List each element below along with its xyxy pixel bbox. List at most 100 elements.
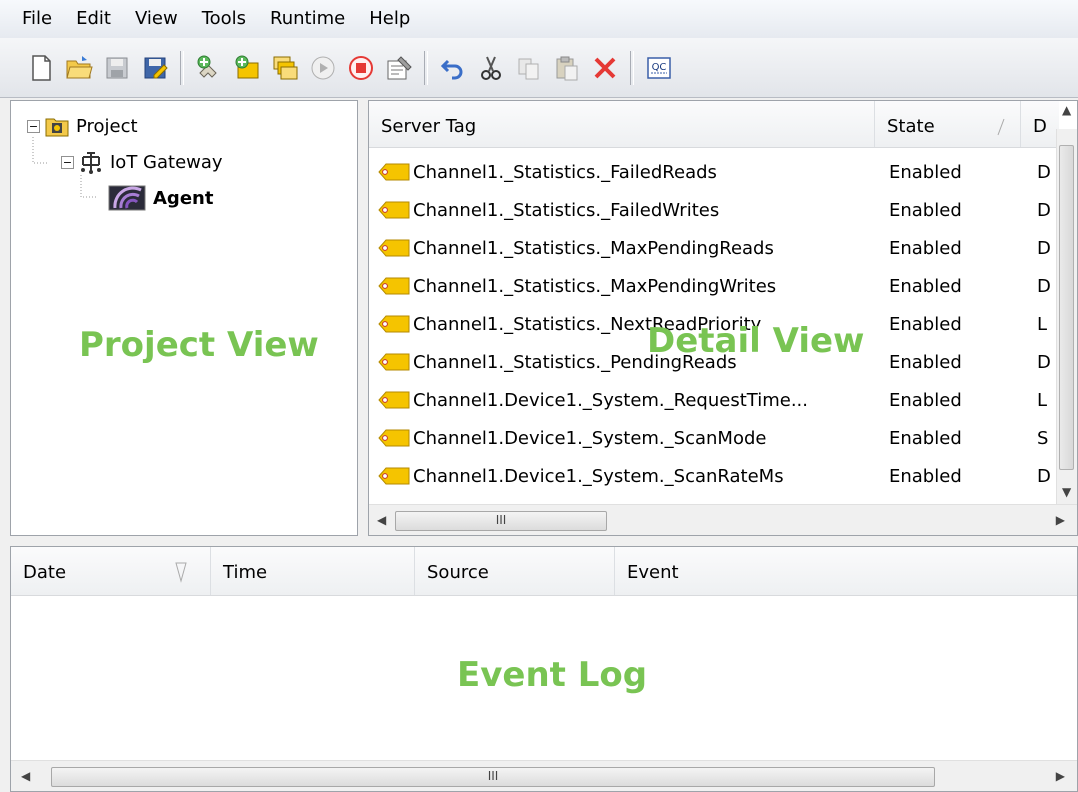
table-row[interactable]: Channel1._Statistics._MaxPendingWrites En… bbox=[369, 267, 1051, 305]
table-row[interactable]: Channel1.Device1._System._ScanRateMs Enab… bbox=[369, 457, 1051, 495]
scroll-down-arrow-icon[interactable]: ▼ bbox=[1062, 485, 1071, 499]
tree-item-project[interactable]: − Project bbox=[27, 111, 138, 141]
tree-item-agent[interactable]: Agent bbox=[107, 183, 213, 213]
project-folder-icon bbox=[45, 118, 69, 137]
table-row[interactable]: Channel1.Device1._System._ScanMode Enable… bbox=[369, 419, 1048, 457]
properties-icon[interactable] bbox=[380, 49, 418, 87]
detail-vertical-scroll-thumb[interactable] bbox=[1059, 145, 1074, 470]
description-cell: L bbox=[1037, 313, 1048, 335]
menu-runtime[interactable]: Runtime bbox=[258, 0, 357, 38]
save-icon[interactable] bbox=[98, 49, 136, 87]
agent-icon bbox=[108, 185, 146, 211]
new-file-icon[interactable] bbox=[22, 49, 60, 87]
collapse-toggle[interactable]: − bbox=[27, 119, 40, 133]
add-device-icon[interactable] bbox=[228, 49, 266, 87]
server-tag-cell: Channel1._Statistics._FailedReads bbox=[413, 161, 717, 183]
paste-icon[interactable] bbox=[548, 49, 586, 87]
start-icon[interactable] bbox=[304, 49, 342, 87]
tree-label-iot-gateway: IoT Gateway bbox=[110, 151, 223, 173]
table-row[interactable]: Channel1.Device1._System._RequestTime...… bbox=[369, 381, 1047, 419]
network-gateway-icon bbox=[81, 152, 101, 174]
column-source[interactable]: Source bbox=[415, 547, 615, 595]
description-cell: L bbox=[1037, 389, 1048, 411]
project-view-pane[interactable]: − Project − IoT Gateway Agent Project Vi… bbox=[10, 100, 358, 536]
scroll-up-arrow-icon[interactable]: ▲ bbox=[1062, 103, 1071, 117]
cut-icon[interactable] bbox=[472, 49, 510, 87]
copy-icon[interactable] bbox=[510, 49, 548, 87]
menu-tools[interactable]: Tools bbox=[190, 0, 258, 38]
menu-help[interactable]: Help bbox=[357, 0, 422, 38]
description-cell: S bbox=[1037, 427, 1049, 449]
table-row[interactable]: Channel1._Statistics._NextReadPriority En… bbox=[369, 305, 1047, 343]
detail-view-pane[interactable]: Server Tag State D Channel1._Statistics.… bbox=[368, 100, 1078, 536]
scroll-left-arrow-icon[interactable]: ◀ bbox=[377, 513, 386, 527]
menu-file[interactable]: File bbox=[10, 0, 64, 38]
column-time[interactable]: Time bbox=[211, 547, 415, 595]
description-cell: D bbox=[1037, 465, 1051, 487]
event-log-horizontal-scrollbar[interactable]: ◀ III ▶ bbox=[11, 760, 1077, 791]
state-cell: Enabled bbox=[889, 199, 962, 221]
table-row[interactable]: Channel1._Statistics._FailedReads Enabled… bbox=[369, 153, 1051, 191]
description-cell: D bbox=[1037, 199, 1051, 221]
description-cell: D bbox=[1037, 351, 1051, 373]
collapse-toggle[interactable]: − bbox=[61, 155, 74, 169]
state-cell: Enabled bbox=[889, 465, 962, 487]
save-as-icon[interactable] bbox=[136, 49, 174, 87]
tag-icon bbox=[378, 163, 410, 181]
toolbar: QC bbox=[0, 38, 1078, 98]
tag-icon bbox=[378, 353, 410, 371]
detail-vertical-scrollbar[interactable]: ▲ ▼ bbox=[1056, 103, 1077, 509]
stop-icon[interactable] bbox=[342, 49, 380, 87]
scroll-right-arrow-icon[interactable]: ▶ bbox=[1056, 769, 1065, 783]
state-cell: Enabled bbox=[889, 161, 962, 183]
sort-indicator-icon bbox=[997, 118, 1005, 136]
quick-client-icon[interactable]: QC bbox=[640, 49, 678, 87]
column-state[interactable]: State bbox=[875, 101, 1021, 147]
tag-icon bbox=[378, 429, 410, 447]
state-cell: Enabled bbox=[889, 389, 962, 411]
table-row[interactable]: Channel1._Statistics._PendingReads Enable… bbox=[369, 343, 1051, 381]
menu-view[interactable]: View bbox=[123, 0, 190, 38]
tag-icon bbox=[378, 467, 410, 485]
qc-label: QC bbox=[652, 62, 667, 73]
description-cell: D bbox=[1037, 161, 1051, 183]
table-row[interactable]: Channel1._Statistics._FailedWrites Enable… bbox=[369, 191, 1051, 229]
server-tag-cell: Channel1._Statistics._PendingReads bbox=[413, 351, 737, 373]
open-folder-icon[interactable] bbox=[60, 49, 98, 87]
tag-icon bbox=[378, 315, 410, 333]
column-date[interactable]: Date bbox=[11, 547, 211, 595]
menu-edit[interactable]: Edit bbox=[64, 0, 123, 38]
detail-horizontal-scroll-thumb[interactable]: III bbox=[395, 511, 607, 531]
detail-horizontal-scrollbar[interactable]: ◀ III ▶ bbox=[369, 504, 1077, 535]
state-cell: Enabled bbox=[889, 237, 962, 259]
toolbar-separator bbox=[630, 50, 634, 85]
column-state-label: State bbox=[887, 116, 935, 137]
table-row[interactable]: Channel1._Statistics._MaxPendingReads Ena… bbox=[369, 229, 1051, 267]
add-channel-icon[interactable] bbox=[190, 49, 228, 87]
event-log-pane[interactable]: Date Time Source Event Event Log ◀ III ▶ bbox=[10, 546, 1078, 792]
scroll-right-arrow-icon[interactable]: ▶ bbox=[1056, 513, 1065, 527]
delete-icon[interactable] bbox=[586, 49, 624, 87]
event-log-horizontal-scroll-thumb[interactable]: III bbox=[51, 767, 935, 787]
event-log-header: Date Time Source Event bbox=[11, 547, 1077, 596]
tag-icon bbox=[378, 391, 410, 409]
server-tag-cell: Channel1.Device1._System._ScanMode bbox=[413, 427, 767, 449]
toolbar-separator bbox=[180, 50, 184, 85]
server-tag-cell: Channel1._Statistics._MaxPendingReads bbox=[413, 237, 774, 259]
server-tag-cell: Channel1._Statistics._FailedWrites bbox=[413, 199, 720, 221]
tree-item-iot-gateway[interactable]: − IoT Gateway bbox=[61, 147, 223, 177]
state-cell: Enabled bbox=[889, 351, 962, 373]
project-view-overlay-label: Project View bbox=[79, 325, 319, 365]
state-cell: Enabled bbox=[889, 427, 962, 449]
column-event[interactable]: Event bbox=[615, 547, 1077, 595]
add-group-icon[interactable] bbox=[266, 49, 304, 87]
state-cell: Enabled bbox=[889, 313, 962, 335]
toolbar-separator bbox=[424, 50, 428, 85]
server-tag-cell: Channel1._Statistics._MaxPendingWrites bbox=[413, 275, 777, 297]
event-log-overlay-label: Event Log bbox=[457, 655, 648, 695]
tag-icon bbox=[378, 277, 410, 295]
scroll-left-arrow-icon[interactable]: ◀ bbox=[21, 769, 30, 783]
undo-icon[interactable] bbox=[434, 49, 472, 87]
column-date-label: Date bbox=[23, 562, 67, 583]
column-server-tag[interactable]: Server Tag bbox=[369, 101, 875, 147]
